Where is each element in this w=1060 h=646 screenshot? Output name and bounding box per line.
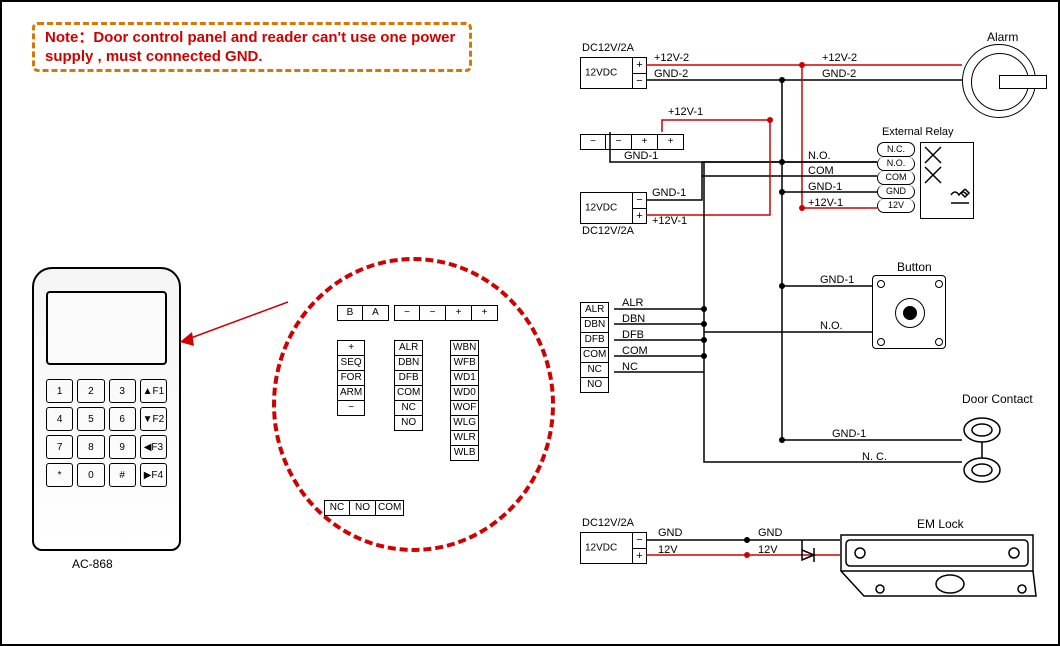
lbl-gnd1b: GND-1 — [808, 181, 842, 193]
lbl-gnd2: GND-2 — [654, 68, 688, 80]
lbl-gnd2b: GND-2 — [822, 68, 856, 80]
lbl-p12v1c: +12V-1 — [652, 215, 687, 227]
lbl-com: COM — [808, 165, 834, 177]
lbl-gnd-lock2: GND — [758, 527, 782, 539]
lbl-no: N.O. — [808, 150, 831, 162]
lbl-no-btn: N.O. — [820, 320, 843, 332]
lbl-nc-dc: N. C. — [862, 451, 887, 463]
lbl-p12v2b: +12V-2 — [822, 52, 857, 64]
lbl-alr: ALR — [622, 297, 643, 309]
lbl-dfb: DFB — [622, 329, 644, 341]
lbl-12v-lock: 12V — [658, 544, 678, 556]
lbl-com2: COM — [622, 345, 648, 357]
lbl-gnd-lock: GND — [658, 527, 682, 539]
lbl-gnd1: GND-1 — [624, 150, 658, 162]
lbl-p12v1: +12V-1 — [668, 106, 703, 118]
lbl-nc: NC — [622, 361, 638, 373]
lbl-gnd1c2: GND-1 — [652, 187, 686, 199]
wiring-overlay — [2, 2, 1058, 644]
lbl-gnd1-btn: GND-1 — [820, 274, 854, 286]
lbl-gnd1-dc: GND-1 — [832, 428, 866, 440]
lbl-12v-lock2: 12V — [758, 544, 778, 556]
lbl-p12v1b: +12V-1 — [808, 197, 843, 209]
wiring-diagram: Note：Door control panel and reader can't… — [0, 0, 1060, 646]
lbl-dbn: DBN — [622, 313, 645, 325]
lbl-p12v2: +12V-2 — [654, 52, 689, 64]
